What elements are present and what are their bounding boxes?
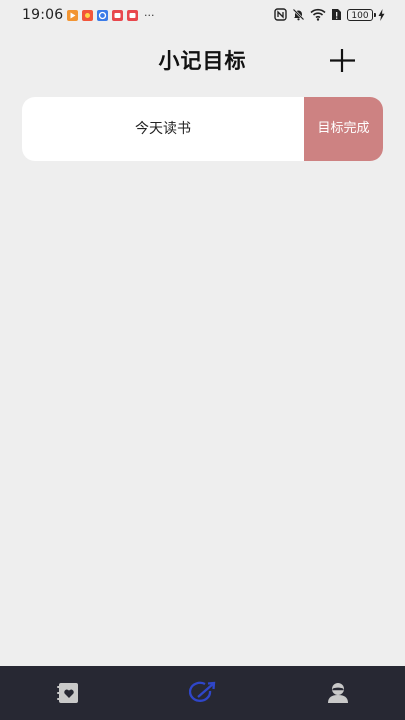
notification-icons: ··· bbox=[67, 10, 155, 21]
system-icons: 100 bbox=[274, 8, 385, 21]
sim-alert-icon bbox=[331, 8, 342, 21]
bottom-nav bbox=[0, 666, 405, 720]
red-app-icon-1 bbox=[112, 10, 123, 21]
target-arrow-icon bbox=[188, 681, 215, 702]
complete-goal-button[interactable]: 目标完成 bbox=[304, 97, 383, 161]
mute-icon bbox=[292, 8, 305, 21]
charging-icon bbox=[378, 8, 385, 21]
nav-item-profile[interactable] bbox=[270, 666, 405, 720]
heart-notebook-icon bbox=[56, 683, 78, 703]
nav-item-goals[interactable] bbox=[135, 666, 270, 720]
user-icon bbox=[327, 683, 348, 703]
add-goal-button[interactable] bbox=[326, 45, 358, 77]
game-app-icon bbox=[82, 10, 93, 21]
nav-item-diary[interactable] bbox=[0, 666, 135, 720]
status-bar: 19:06 ··· 100 bbox=[0, 0, 405, 32]
wifi-icon bbox=[310, 8, 326, 21]
battery-icon: 100 bbox=[347, 8, 376, 21]
status-time: 19:06 bbox=[22, 7, 64, 23]
nfc-icon bbox=[274, 8, 287, 21]
play-app-icon bbox=[67, 10, 78, 21]
goal-text: 今天读书 bbox=[135, 121, 191, 137]
browser-app-icon bbox=[97, 10, 108, 21]
more-notifications-icon: ··· bbox=[144, 9, 155, 22]
plus-icon bbox=[330, 49, 355, 72]
goal-card[interactable]: 今天读书 目标完成 bbox=[22, 97, 383, 161]
red-app-icon-2 bbox=[127, 10, 138, 21]
